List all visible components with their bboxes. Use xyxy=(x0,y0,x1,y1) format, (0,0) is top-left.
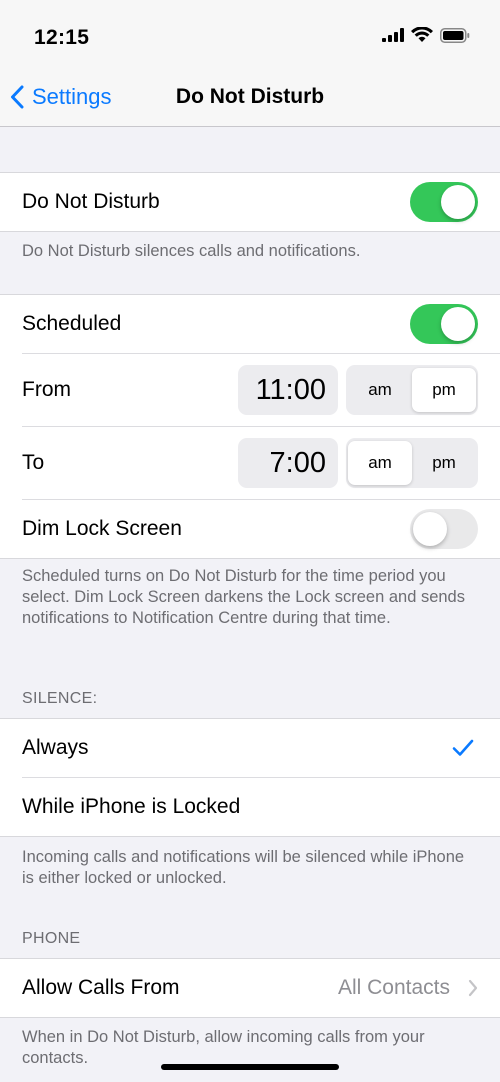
silence-always-label: Always xyxy=(22,736,89,759)
from-label: From xyxy=(22,378,71,401)
silence-group: Always While iPhone is Locked xyxy=(0,718,500,837)
from-am-pm-control: am pm xyxy=(346,365,478,415)
toggle-knob xyxy=(413,512,447,546)
to-am-option[interactable]: am xyxy=(348,441,412,485)
scheduled-toggle[interactable] xyxy=(410,304,478,344)
home-indicator[interactable] xyxy=(161,1064,339,1070)
from-row: From 11:00 am pm xyxy=(22,354,500,427)
scheduled-row: Scheduled xyxy=(22,295,500,354)
to-time-value: 7:00 xyxy=(269,447,326,479)
to-label: To xyxy=(22,451,45,474)
phone-group: Allow Calls From All Contacts xyxy=(0,958,500,1018)
from-am-option[interactable]: am xyxy=(348,368,412,412)
silence-locked-label: While iPhone is Locked xyxy=(22,795,241,818)
wifi-icon xyxy=(411,27,433,42)
to-pm-option[interactable]: pm xyxy=(412,441,476,485)
phone-footer: When in Do Not Disturb, allow incoming c… xyxy=(22,1028,425,1067)
allow-calls-from-label: Allow Calls From xyxy=(22,976,180,999)
toggle-knob xyxy=(441,307,475,341)
schedule-footer: Scheduled turns on Do Not Disturb for th… xyxy=(22,567,465,627)
schedule-group: Scheduled From 11:00 am pm To 7:00 am pm… xyxy=(0,294,500,559)
navigation-bar: Settings Do Not Disturb xyxy=(0,70,500,127)
page-title: Do Not Disturb xyxy=(175,85,325,108)
dnd-footer: Do Not Disturb silences calls and notifi… xyxy=(22,242,361,260)
dnd-row: Do Not Disturb xyxy=(22,173,500,231)
checkmark-icon xyxy=(452,739,474,756)
battery-icon xyxy=(440,27,470,43)
status-bar: 12:15 xyxy=(0,0,500,70)
allow-calls-from-row[interactable]: Allow Calls From All Contacts xyxy=(22,959,500,1017)
dnd-toggle[interactable] xyxy=(410,182,478,222)
silence-locked-row[interactable]: While iPhone is Locked xyxy=(22,778,500,836)
status-icons xyxy=(382,27,470,43)
from-pm-option[interactable]: pm xyxy=(412,368,476,412)
allow-calls-from-value: All Contacts xyxy=(337,976,450,999)
scheduled-label: Scheduled xyxy=(22,312,122,335)
silence-always-row[interactable]: Always xyxy=(22,719,500,778)
dim-lock-screen-toggle[interactable] xyxy=(410,509,478,549)
to-time-picker[interactable]: 7:00 xyxy=(238,438,338,488)
toggle-knob xyxy=(441,185,475,219)
phone-header: PHONE xyxy=(22,930,81,947)
dnd-label: Do Not Disturb xyxy=(22,190,160,213)
to-am-pm-control: am pm xyxy=(346,438,478,488)
silence-header: SILENCE: xyxy=(22,690,98,707)
dim-lock-screen-label: Dim Lock Screen xyxy=(22,517,182,540)
status-time: 12:15 xyxy=(34,26,90,49)
chevron-right-icon xyxy=(468,979,478,997)
from-time-picker[interactable]: 11:00 xyxy=(238,365,338,415)
from-time-value: 11:00 xyxy=(255,374,326,406)
cellular-signal-icon xyxy=(382,28,404,42)
dnd-group: Do Not Disturb xyxy=(0,172,500,232)
dim-lock-screen-row: Dim Lock Screen xyxy=(22,500,500,558)
to-row: To 7:00 am pm xyxy=(22,427,500,500)
silence-footer: Incoming calls and notifications will be… xyxy=(22,848,465,887)
